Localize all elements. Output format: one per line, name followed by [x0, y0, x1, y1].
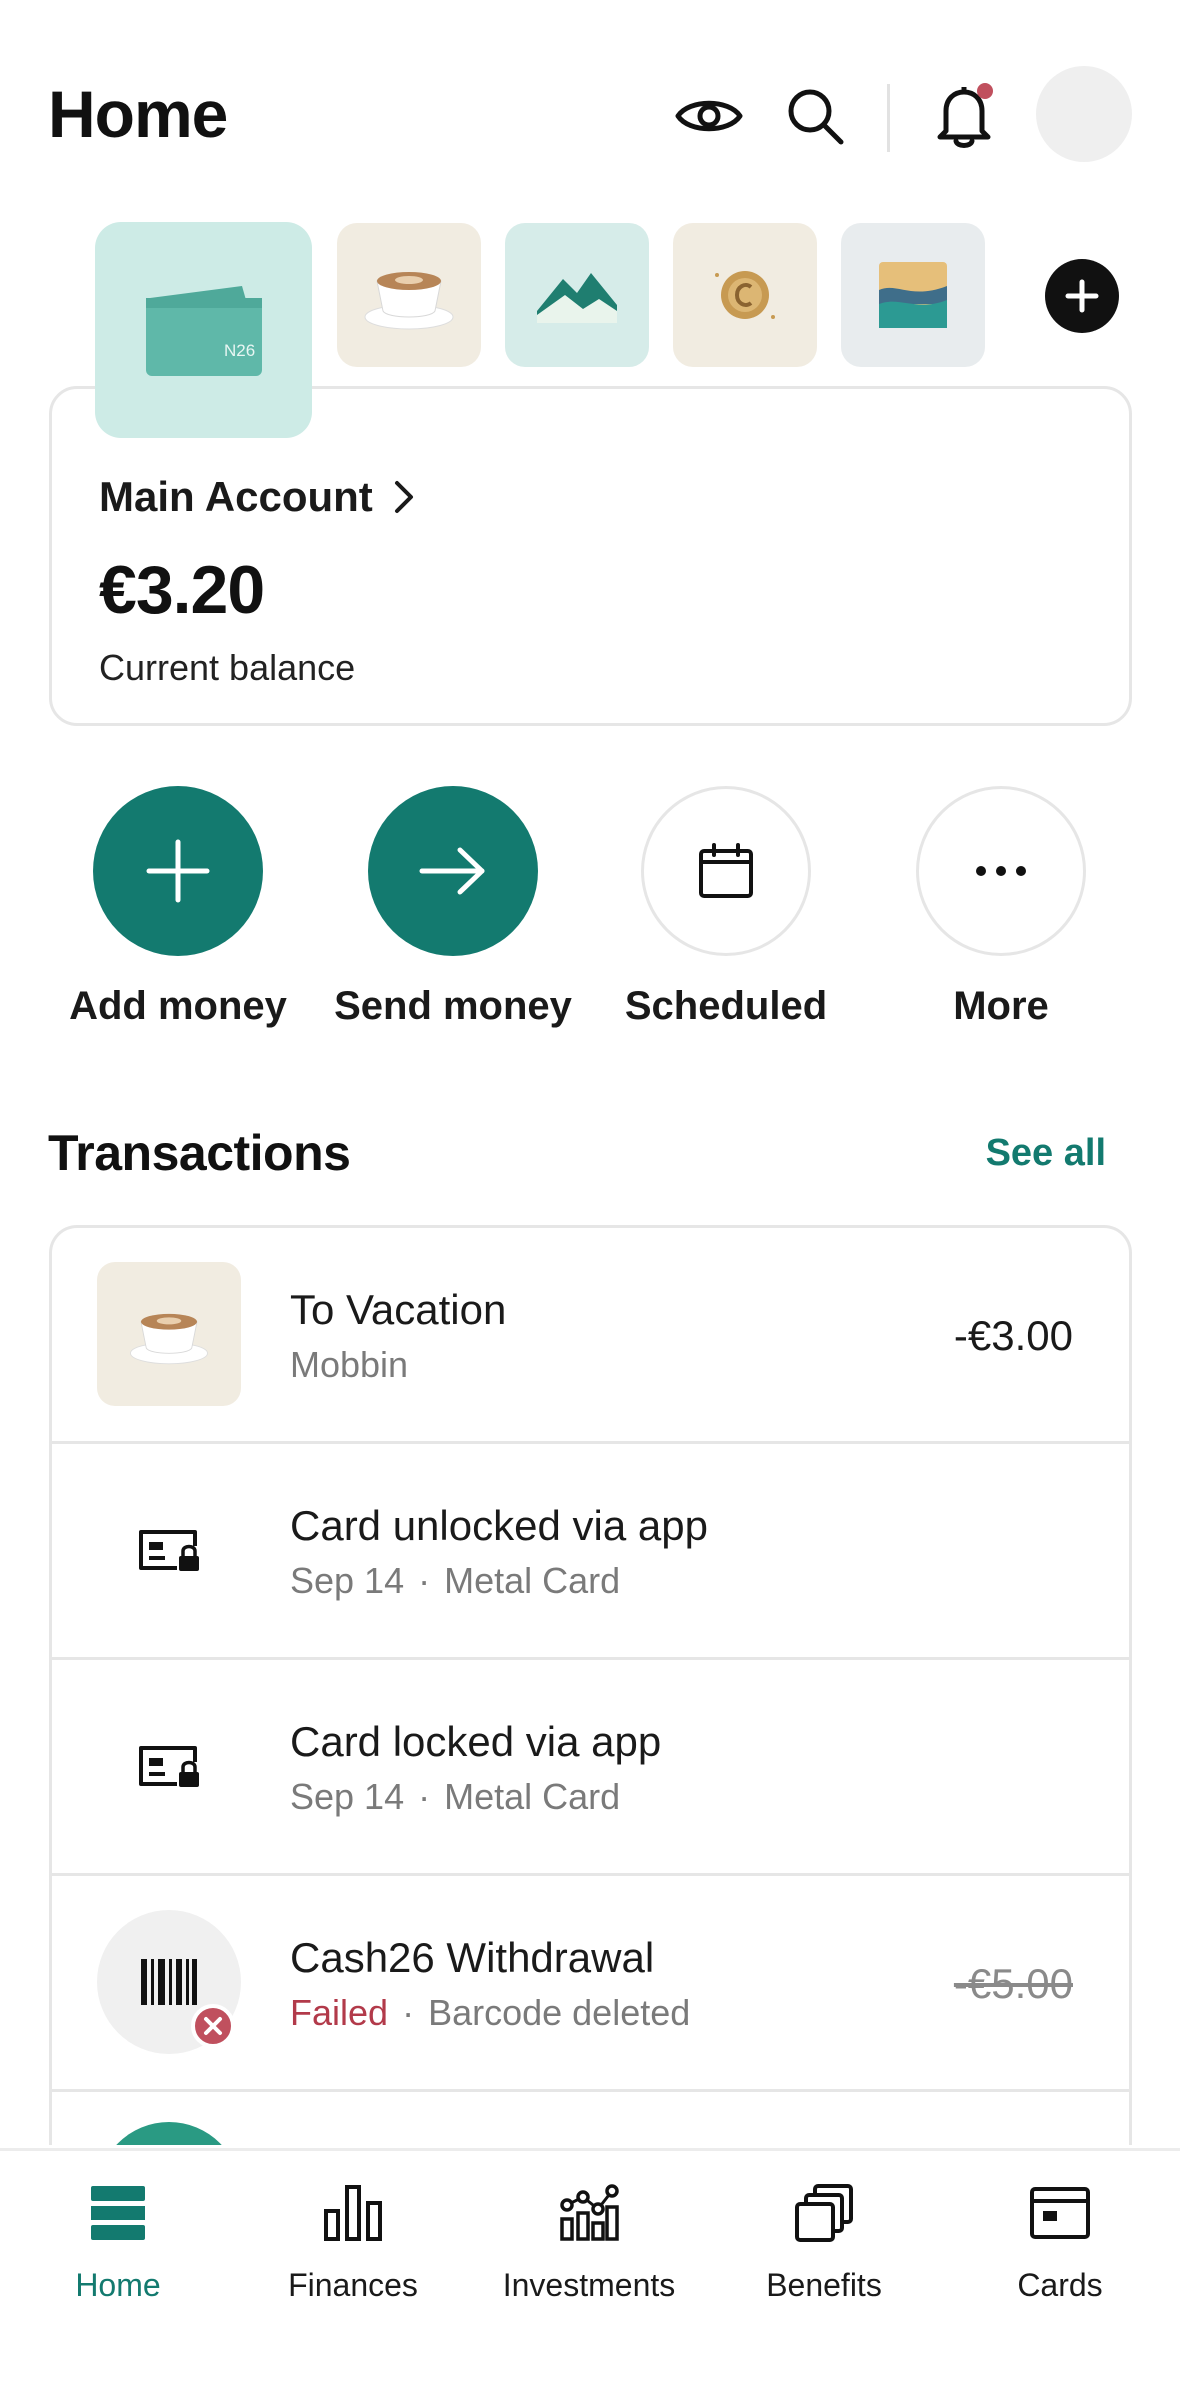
more-button[interactable]: More	[876, 786, 1126, 1029]
nav-benefits[interactable]: Benefits	[719, 2177, 929, 2304]
separator-dot: ·	[418, 1776, 431, 1817]
nav-label: Benefits	[766, 2267, 882, 2303]
account-name-link[interactable]: Main Account	[99, 473, 415, 521]
benefits-icon	[795, 2184, 853, 2242]
card-lock-icon	[139, 1530, 199, 1571]
chevron-right-icon	[394, 481, 413, 513]
add-money-button[interactable]: Add money	[53, 786, 303, 1029]
transaction-subtitle: Sep 14 · Metal Card	[290, 1776, 620, 1818]
transaction-thumb	[97, 2122, 241, 2145]
search-icon[interactable]	[779, 80, 851, 152]
add-space-button[interactable]	[1045, 259, 1119, 333]
bar-chart-icon	[324, 2185, 382, 2241]
plus-icon	[146, 839, 210, 903]
transaction-thumb	[97, 1262, 241, 1406]
space-mountains[interactable]	[505, 223, 649, 367]
transaction-date: Sep 14	[290, 1776, 405, 1817]
calendar-icon	[699, 843, 753, 898]
transaction-date: Sep 14	[290, 1560, 405, 1601]
nav-label: Finances	[288, 2267, 418, 2303]
notification-dot	[977, 83, 993, 99]
space-coffee[interactable]	[337, 223, 481, 367]
transaction-subtitle: Mobbin	[290, 1344, 409, 1385]
header-divider	[887, 84, 890, 152]
transaction-row[interactable]: Card unlocked via app Sep 14 · Metal Card	[52, 1444, 1129, 1660]
nav-finances[interactable]: Finances	[248, 2177, 458, 2304]
transaction-amount: -€3.00	[953, 1312, 1073, 1359]
plus-icon	[1065, 279, 1099, 313]
landscape-icon	[879, 262, 947, 328]
card-icon	[1030, 2187, 1090, 2239]
bottom-nav: Home Finances Investments Benefits Cards	[0, 2148, 1180, 2396]
transaction-amount: -€5.00	[953, 1960, 1073, 2007]
svg-text:N26: N26	[224, 341, 255, 360]
separator-dot: ·	[418, 1560, 431, 1601]
scheduled-button[interactable]: Scheduled	[601, 786, 851, 1029]
more-icon	[976, 866, 1026, 876]
transaction-title: Cash26 Withdrawal	[290, 1934, 655, 1981]
bell-icon[interactable]	[928, 80, 1000, 152]
transaction-detail: Barcode deleted	[428, 1992, 691, 2033]
nav-cards[interactable]: Cards	[955, 2177, 1165, 2304]
transaction-title: To Vacation	[290, 1286, 507, 1333]
action-label: Add money	[69, 984, 287, 1028]
separator-dot: ·	[402, 1992, 415, 2033]
account-balance: €3.20	[99, 552, 265, 628]
space-landscape[interactable]	[841, 223, 985, 367]
eye-icon[interactable]	[673, 80, 745, 152]
investments-icon	[560, 2184, 619, 2241]
wallet-icon: N26	[145, 286, 262, 376]
transaction-thumb	[97, 1910, 241, 2054]
balance-label: Current balance	[99, 647, 356, 688]
action-label: Scheduled	[624, 984, 828, 1028]
transactions-list: To Vacation Mobbin -€3.00 Card unlocked …	[49, 1225, 1132, 2145]
transaction-title: Card unlocked via app	[290, 1502, 708, 1549]
transaction-title: Card locked via app	[290, 1718, 662, 1765]
nav-label: Cards	[1017, 2267, 1103, 2303]
app-header: Home	[0, 0, 1180, 200]
coin-icon	[715, 271, 775, 319]
space-main-account[interactable]: N26	[95, 222, 312, 438]
send-money-button[interactable]: Send money	[328, 786, 578, 1029]
transaction-detail: Metal Card	[444, 1776, 621, 1817]
transaction-thumb	[97, 1694, 241, 1838]
transactions-title: Transactions	[48, 1125, 351, 1181]
coffee-cup-icon	[364, 272, 454, 330]
transaction-subtitle: Failed · Barcode deleted	[290, 1992, 690, 2034]
nav-label: Home	[75, 2267, 161, 2303]
barcode-icon	[141, 1959, 197, 2005]
error-badge-icon	[191, 2004, 235, 2048]
page-title: Home	[48, 77, 228, 151]
transaction-status: Failed	[290, 1992, 389, 2033]
nav-home[interactable]: Home	[13, 2177, 223, 2304]
transaction-subtitle: Sep 14 · Metal Card	[290, 1560, 620, 1602]
card-lock-icon	[139, 1746, 199, 1787]
space-coin[interactable]	[673, 223, 817, 367]
nav-label: Investments	[502, 2267, 676, 2303]
nav-investments[interactable]: Investments	[484, 2177, 694, 2304]
account-name: Main Account	[99, 473, 373, 520]
transaction-row[interactable]: Card locked via app Sep 14 · Metal Card	[52, 1660, 1129, 1876]
arrow-right-icon	[419, 847, 485, 895]
transaction-thumb	[97, 1478, 241, 1622]
transaction-row[interactable]: Cash26 Withdrawal Failed · Barcode deleted…	[52, 1876, 1129, 2092]
transaction-row-partial[interactable]	[52, 2092, 1129, 2145]
mountains-icon	[537, 273, 617, 323]
transaction-detail: Metal Card	[444, 1560, 621, 1601]
see-all-link[interactable]: See all	[986, 1132, 1106, 1175]
transaction-row[interactable]: To Vacation Mobbin -€3.00	[52, 1228, 1129, 1444]
home-icon	[91, 2186, 145, 2240]
action-label: More	[953, 984, 1049, 1028]
avatar[interactable]	[1036, 66, 1132, 162]
coffee-cup-icon	[130, 1313, 208, 1365]
action-label: Send money	[334, 984, 572, 1028]
